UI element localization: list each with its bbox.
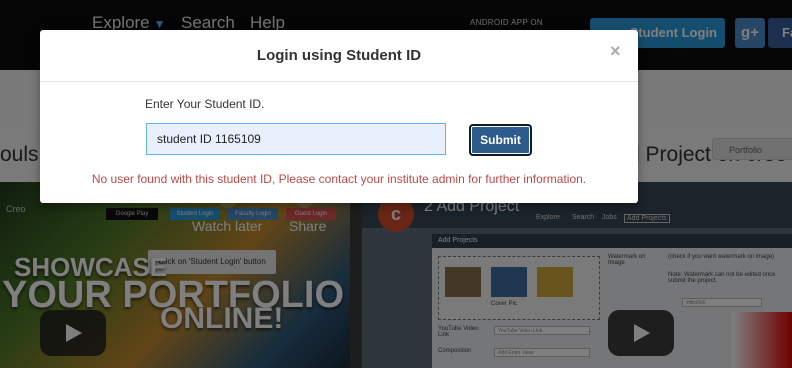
- modal-header: Login using Student ID ×: [40, 30, 638, 82]
- error-message: No user found with this student ID, Plea…: [91, 172, 587, 186]
- student-id-label: Enter Your Student ID.: [145, 97, 265, 111]
- close-icon[interactable]: ×: [610, 41, 621, 62]
- modal-title: Login using Student ID: [256, 47, 422, 64]
- submit-button[interactable]: Submit: [469, 124, 532, 156]
- student-login-modal: Login using Student ID × Enter Your Stud…: [40, 30, 638, 203]
- student-id-input[interactable]: [146, 123, 446, 155]
